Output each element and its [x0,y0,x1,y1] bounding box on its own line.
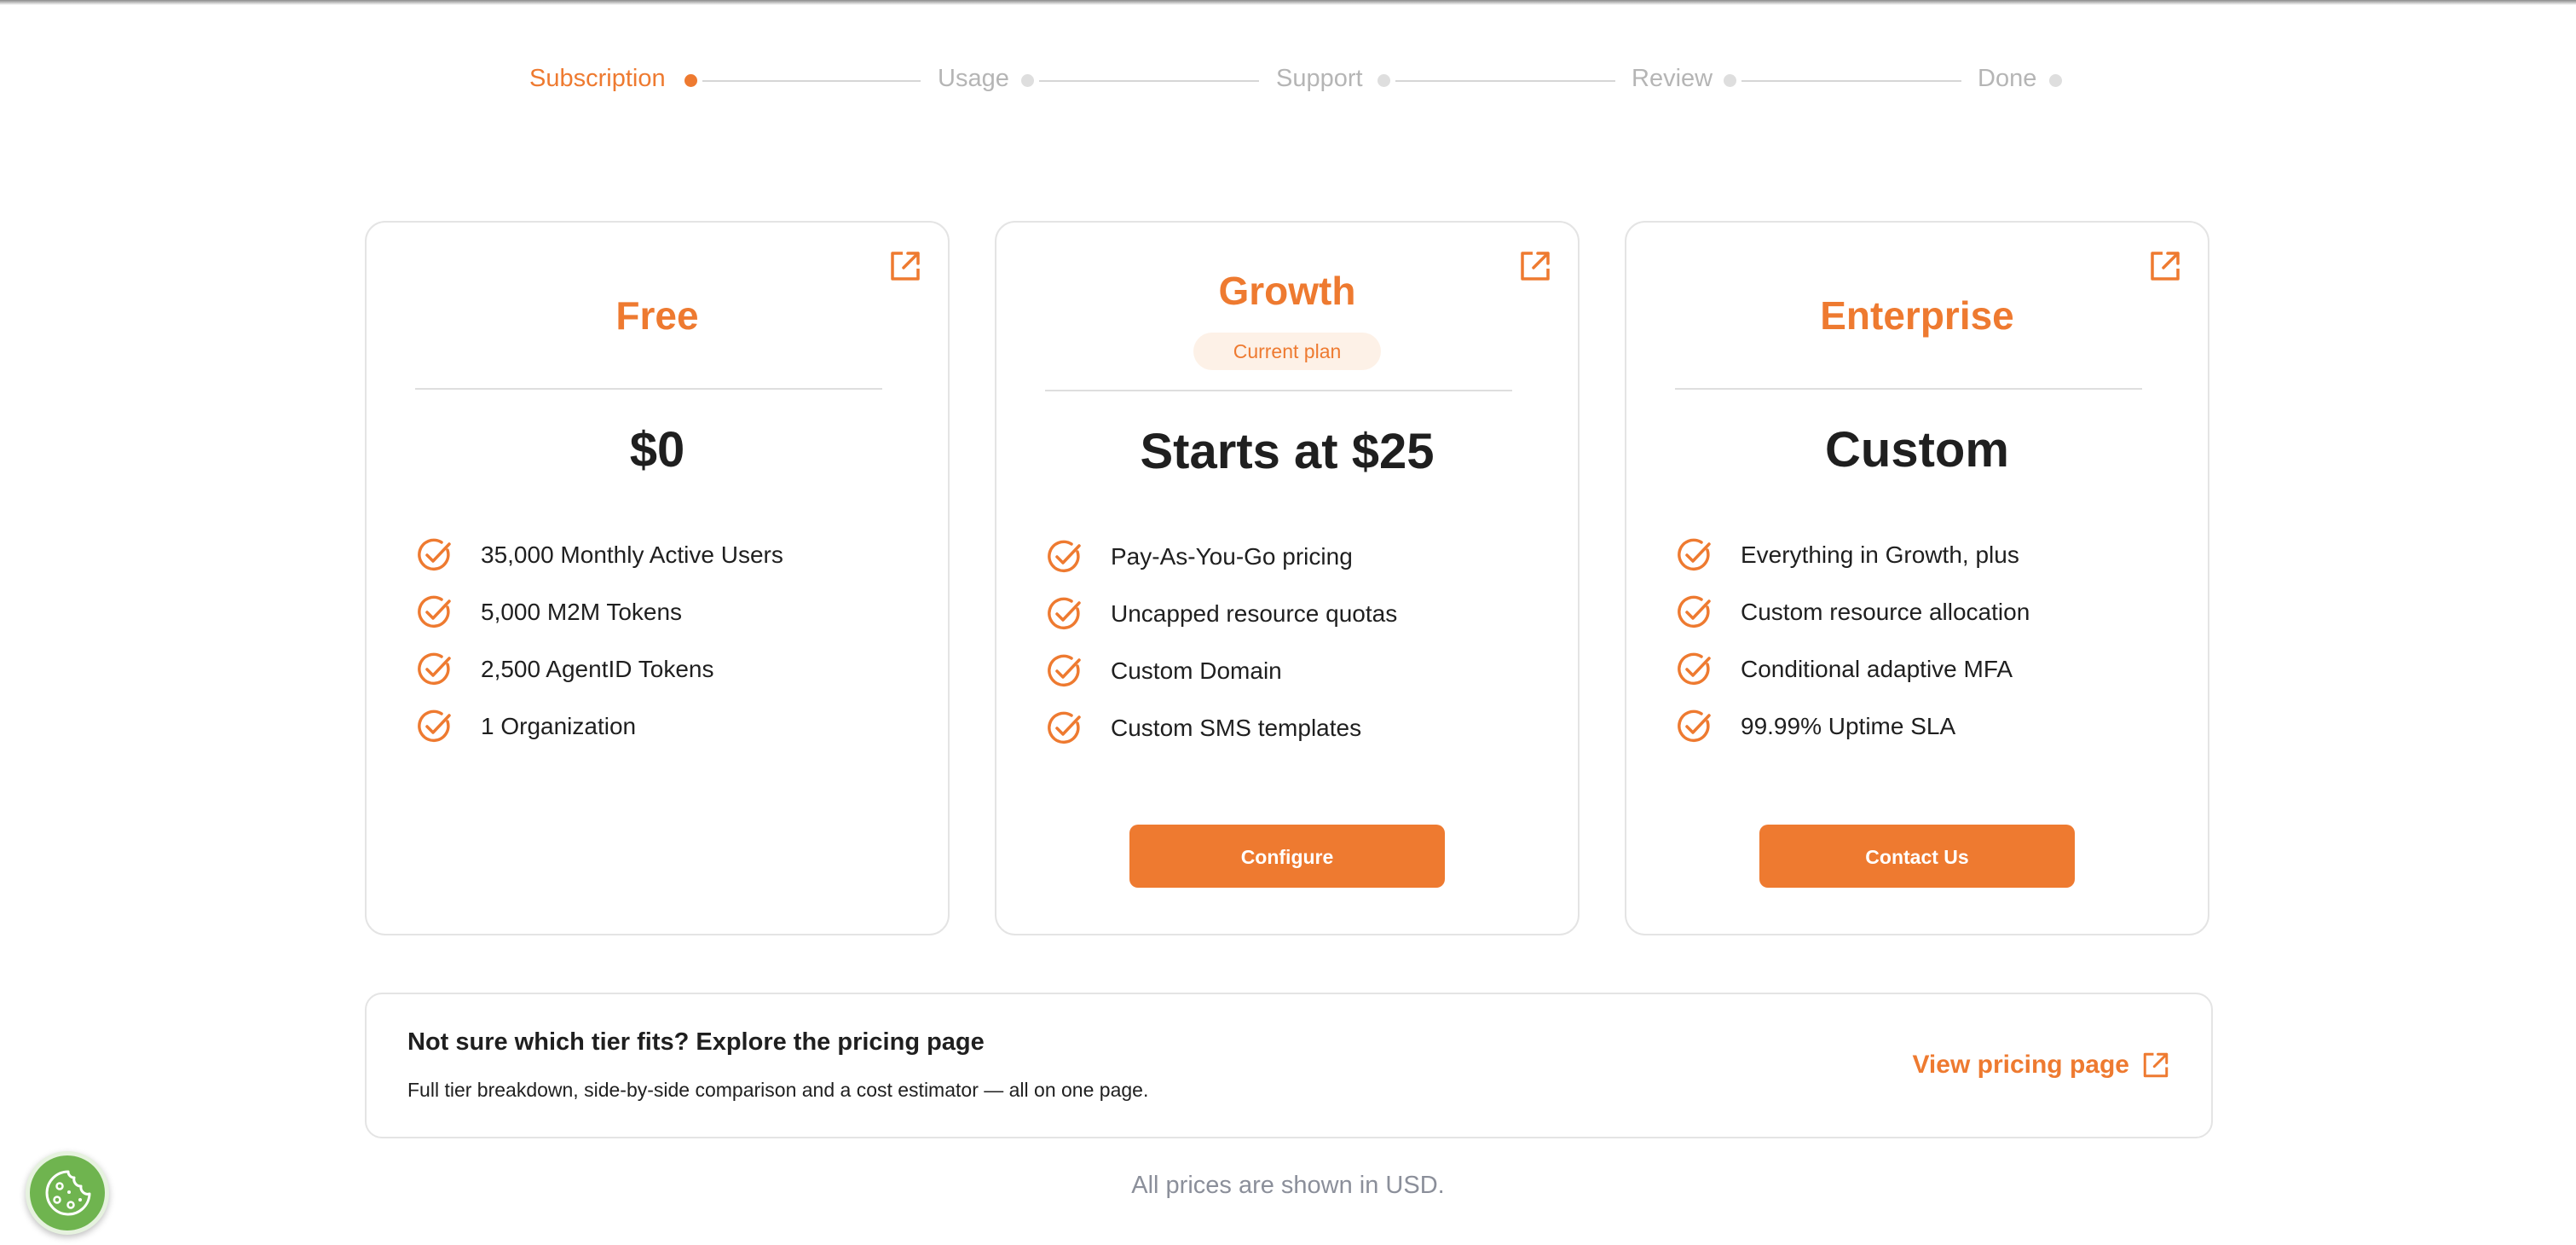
check-circle-icon [418,709,451,742]
feature-text: Custom resource allocation [1741,598,2030,625]
check-circle-icon [1678,652,1711,685]
feature-item: 1 Organization [416,698,927,755]
check-circle-icon [1048,711,1081,744]
progress-stepper: Subscription Usage Support Review Done [0,60,2576,102]
current-plan-badge: Current plan [1193,333,1381,370]
divider [415,388,882,390]
view-pricing-link[interactable]: View pricing page [1912,1051,2170,1080]
check-circle-icon [418,652,451,685]
feature-text: 35,000 Monthly Active Users [481,541,783,568]
feature-item: 35,000 Monthly Active Users [416,526,927,583]
check-circle-icon [1048,540,1081,572]
feature-text: 2,500 AgentID Tokens [481,655,714,682]
banner-subtitle: Full tier breakdown, side-by-side compar… [407,1079,1149,1101]
cookie-icon [45,1170,91,1216]
step-done-dot [2049,74,2062,87]
explore-pricing-banner: Not sure which tier fits? Explore the pr… [365,993,2213,1138]
feature-text: Uncapped resource quotas [1111,599,1398,627]
configure-button[interactable]: Configure [1129,825,1445,888]
divider [1045,390,1512,391]
view-pricing-label: View pricing page [1912,1051,2129,1079]
step-connector [1395,80,1615,82]
feature-text: Pay-As-You-Go pricing [1111,542,1353,570]
feature-text: Everything in Growth, plus [1741,541,2019,568]
step-review-dot [1724,74,1736,87]
feature-item: Pay-As-You-Go pricing [1046,528,1557,585]
step-review-label: Review [1632,65,1713,92]
contact-us-button[interactable]: Contact Us [1759,825,2075,888]
plan-card-free: Free $0 35,000 Monthly Active Users 5,00… [365,221,950,935]
feature-item: 99.99% Uptime SLA [1676,698,2187,755]
feature-text: 1 Organization [481,712,637,739]
check-circle-icon [418,538,451,570]
feature-text: Custom SMS templates [1111,714,1362,741]
step-support-dot [1378,74,1390,87]
check-circle-icon [1678,709,1711,742]
step-done-label: Done [1978,65,2037,92]
feature-text: 99.99% Uptime SLA [1741,712,1956,739]
banner-title: Not sure which tier fits? Explore the pr… [407,1028,985,1056]
currency-note: All prices are shown in USD. [1131,1172,1445,1199]
feature-item: Everything in Growth, plus [1676,526,2187,583]
plan-price: $0 [629,422,685,478]
check-circle-icon [1678,595,1711,628]
step-connector [1741,80,1961,82]
top-shadow [0,0,2576,5]
feature-text: Conditional adaptive MFA [1741,655,2013,682]
feature-item: 2,500 AgentID Tokens [416,640,927,698]
feature-list: Pay-As-You-Go pricing Uncapped resource … [1046,528,1557,756]
check-circle-icon [1048,597,1081,629]
check-circle-icon [1048,654,1081,686]
feature-item: Custom SMS templates [1046,699,1557,756]
plan-price: Custom [1825,422,2009,478]
step-support-label: Support [1276,65,1363,92]
step-usage-dot [1021,74,1034,87]
check-circle-icon [1678,538,1711,570]
plan-name: Growth [1218,269,1356,313]
external-link-icon [2143,1052,2169,1078]
feature-item: Uncapped resource quotas [1046,585,1557,642]
feature-text: 5,000 M2M Tokens [481,598,683,625]
external-link-icon[interactable] [888,249,922,283]
check-circle-icon [418,595,451,628]
feature-item: Custom resource allocation [1676,583,2187,640]
plan-price: Starts at $25 [1140,424,1435,479]
step-subscription-label: Subscription [529,65,666,92]
plan-name: Free [615,293,699,338]
step-usage-label: Usage [938,65,1009,92]
divider [1675,388,2142,390]
step-connector [702,80,921,82]
cookie-settings-button[interactable] [26,1151,109,1235]
external-link-icon[interactable] [2148,249,2182,283]
step-subscription-dot [684,74,697,87]
feature-text: Custom Domain [1111,657,1282,684]
plan-card-enterprise: Enterprise Custom Everything in Growth, … [1625,221,2209,935]
plan-name: Enterprise [1820,293,2014,338]
feature-item: 5,000 M2M Tokens [416,583,927,640]
plan-card-growth: Growth Current plan Starts at $25 Pay-As… [995,221,1580,935]
feature-item: Conditional adaptive MFA [1676,640,2187,698]
feature-item: Custom Domain [1046,642,1557,699]
step-connector [1039,80,1259,82]
feature-list: 35,000 Monthly Active Users 5,000 M2M To… [416,526,927,755]
feature-list: Everything in Growth, plus Custom resour… [1676,526,2187,755]
